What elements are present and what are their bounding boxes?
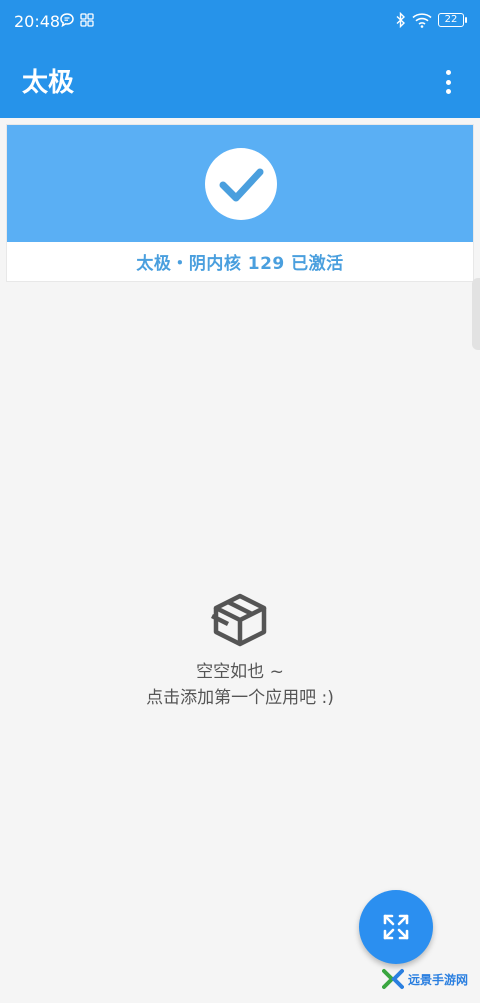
battery-level: 22 — [444, 14, 458, 25]
notification-icons — [60, 13, 94, 27]
more-vert-icon — [445, 70, 451, 75]
empty-state-subtitle: 点击添加第一个应用吧 :) — [146, 688, 334, 708]
status-card-header — [7, 125, 473, 242]
side-drawer-handle[interactable] — [472, 278, 480, 350]
box-icon — [210, 593, 267, 647]
app-title: 太极 — [22, 68, 75, 98]
bluetooth-icon — [396, 12, 406, 28]
more-options-button[interactable] — [434, 68, 462, 96]
app-bar: 太极 — [0, 44, 480, 118]
activation-status-card[interactable]: 太极・阴内核 129 已激活 — [6, 124, 474, 282]
more-vert-dot — [445, 89, 451, 94]
status-bar: 20:48 22 — [0, 0, 480, 44]
watermark-logo-icon — [382, 969, 404, 989]
chat-bubble-icon — [60, 13, 74, 27]
empty-state-title: 空空如也 ~ — [196, 662, 284, 682]
more-vert-dot — [445, 79, 451, 85]
activation-status-text: 太极・阴内核 129 已激活 — [136, 254, 344, 274]
battery-icon: 22 — [438, 13, 467, 27]
watermark: 远景手游网 — [382, 968, 468, 990]
status-time: 20:48 — [14, 12, 61, 31]
status-right-icons: 22 — [396, 12, 467, 28]
grid-icon — [80, 13, 94, 27]
check-icon — [205, 148, 277, 220]
add-app-fab[interactable] — [359, 890, 433, 964]
wifi-icon — [412, 13, 432, 28]
watermark-text: 远景手游网 — [408, 972, 469, 987]
expand-icon — [383, 914, 409, 940]
